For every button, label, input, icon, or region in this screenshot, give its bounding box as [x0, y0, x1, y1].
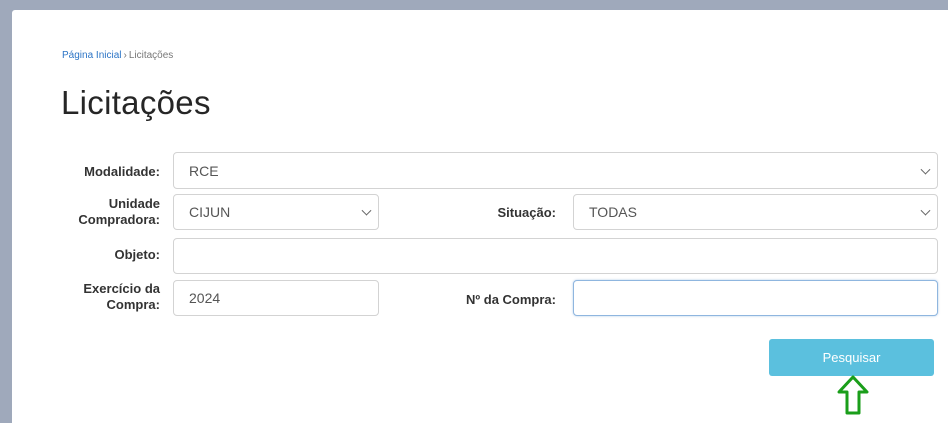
exercicio-label: Exercício da Compra: [32, 281, 160, 313]
situacao-value: TODAS [589, 204, 637, 220]
chevron-down-icon [361, 205, 372, 216]
modalidade-label: Modalidade: [84, 164, 160, 179]
objeto-label: Objeto: [114, 247, 161, 262]
chevron-down-icon [920, 205, 931, 216]
unidade-label-line1: Unidade [108, 196, 160, 211]
search-button[interactable]: Pesquisar [769, 339, 934, 376]
content-panel: Página Inicial › Licitações Licitações Mod… [12, 10, 948, 423]
unidade-select[interactable]: CIJUN [173, 194, 379, 230]
unidade-value: CIJUN [189, 204, 231, 220]
exercicio-input[interactable]: 2024 [173, 280, 379, 316]
unidade-label-line2: Compradora: [78, 212, 160, 227]
breadcrumb-home-link[interactable]: Página Inicial [62, 50, 121, 61]
exercicio-label-line1: Exercício da [83, 281, 160, 296]
arrow-up-icon [837, 375, 869, 415]
modalidade-select[interactable]: RCE [173, 152, 938, 189]
exercicio-value: 2024 [189, 290, 221, 306]
breadcrumb: Página Inicial › Licitações [62, 50, 173, 61]
numero-label: Nº da Compra: [466, 292, 556, 307]
breadcrumb-current: Licitações [128, 50, 174, 61]
page-title: Licitações [61, 84, 211, 121]
unidade-label: Unidade Compradora: [32, 196, 160, 228]
exercicio-label-line2: Compra: [106, 297, 160, 312]
situacao-select[interactable]: TODAS [573, 194, 938, 230]
situacao-label: Situação: [497, 205, 556, 220]
chevron-down-icon [920, 164, 931, 175]
modalidade-value: RCE [189, 162, 219, 179]
numero-compra-input[interactable] [573, 280, 938, 316]
breadcrumb-separator: › [123, 50, 127, 61]
objeto-input[interactable] [173, 238, 938, 274]
